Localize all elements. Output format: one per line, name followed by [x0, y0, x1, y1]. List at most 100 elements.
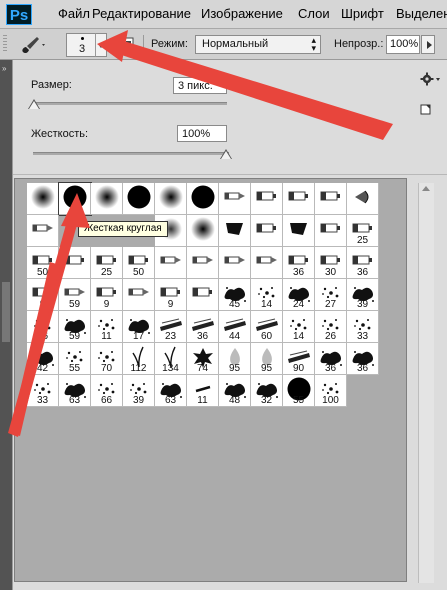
brush-preset-cell[interactable] — [91, 183, 123, 215]
collapse-icon[interactable]: » — [2, 64, 6, 73]
brush-preset-cell[interactable]: 23 — [155, 311, 187, 343]
brush-preset-cell[interactable]: 74 — [187, 343, 219, 375]
brush-tool-icon[interactable] — [17, 35, 47, 55]
menu-item-2[interactable]: Изображение — [201, 6, 283, 21]
brush-preset-cell[interactable]: 39 — [347, 279, 379, 311]
brush-preset-cell[interactable]: 112 — [123, 343, 155, 375]
brush-preset-cell[interactable]: 44 — [219, 311, 251, 343]
brush-preset-cell[interactable]: 33 — [27, 375, 59, 407]
brush-preset-cell[interactable]: 50 — [123, 247, 155, 279]
brush-preset-cell[interactable]: 63 — [155, 375, 187, 407]
preset-scrollbar[interactable] — [418, 183, 434, 583]
brush-preset-cell[interactable]: 9 — [27, 279, 59, 311]
hardness-slider-handle[interactable] — [221, 151, 231, 159]
brush-preset-cell[interactable] — [187, 183, 219, 215]
brush-preset-cell[interactable]: 55 — [283, 375, 315, 407]
brush-preset-cell[interactable]: 60 — [251, 311, 283, 343]
brush-preset-cell[interactable]: 63 — [59, 375, 91, 407]
brush-preset-cell[interactable]: 27 — [315, 279, 347, 311]
brush-preset-cell[interactable]: 45 — [219, 279, 251, 311]
brush-preset-cell[interactable]: 66 — [91, 375, 123, 407]
brush-preset-cell[interactable] — [283, 183, 315, 215]
brush-preset-cell[interactable]: 17 — [123, 311, 155, 343]
brush-preset-cell[interactable]: 26 — [315, 311, 347, 343]
brush-preset-cell[interactable]: 33 — [347, 311, 379, 343]
brush-preset-cell[interactable]: 95 — [219, 343, 251, 375]
brush-preset-cell[interactable] — [187, 215, 219, 247]
brush-preset-cell[interactable]: 70 — [91, 343, 123, 375]
brush-preset-cell[interactable]: 42 — [27, 343, 59, 375]
brush-preset-cell[interactable] — [315, 215, 347, 247]
brush-preset-cell[interactable] — [27, 215, 59, 247]
brush-preset-cell[interactable]: 30 — [315, 247, 347, 279]
opacity-field[interactable]: 100% — [386, 35, 420, 54]
brush-preset-cell[interactable]: 100 — [315, 375, 347, 407]
brush-preset-cell[interactable]: 59 — [59, 311, 91, 343]
panel-menu-button[interactable] — [420, 72, 442, 86]
brush-preset-cell[interactable] — [27, 183, 59, 215]
brush-preset-cell[interactable]: 9 — [91, 279, 123, 311]
menu-item-4[interactable]: Шрифт — [341, 6, 384, 21]
brush-preset-cell[interactable] — [187, 247, 219, 279]
options-bar-grip[interactable] — [3, 35, 7, 53]
brush-preset-cell[interactable]: 36 — [347, 247, 379, 279]
brush-preset-cell[interactable] — [283, 215, 315, 247]
brush-preset-size: 45 — [228, 299, 241, 310]
hardness-input[interactable]: 100% — [177, 125, 227, 142]
brush-preset-cell[interactable] — [123, 183, 155, 215]
brush-preset-cell[interactable]: 25 — [347, 215, 379, 247]
brush-preset-cell[interactable] — [219, 183, 251, 215]
brush-preset-cell[interactable]: 11 — [91, 311, 123, 343]
menu-item-1[interactable]: Редактирование — [92, 6, 191, 21]
brush-preset-cell[interactable] — [187, 279, 219, 311]
brush-preset-cell[interactable] — [347, 183, 379, 215]
brush-preset-cell[interactable]: 14 — [283, 311, 315, 343]
brush-preset-cell[interactable] — [219, 215, 251, 247]
brush-preset-cell[interactable]: 46 — [27, 311, 59, 343]
brush-preset-cell[interactable]: 50 — [27, 247, 59, 279]
brush-preset-cell[interactable]: 24 — [283, 279, 315, 311]
brush-preset-cell[interactable]: 134 — [155, 343, 187, 375]
brush-preset-cell[interactable]: 32 — [251, 375, 283, 407]
menu-item-3[interactable]: Слои — [298, 6, 330, 21]
menu-item-5[interactable]: Выделен — [396, 6, 447, 21]
toggle-brush-panel-button[interactable] — [120, 36, 136, 52]
brush-preset-size: 60 — [260, 331, 273, 342]
brush-preset-cell[interactable] — [251, 183, 283, 215]
hardness-slider-track[interactable] — [33, 152, 229, 155]
brush-preset-cell[interactable] — [155, 183, 187, 215]
brush-preset-cell[interactable]: 36 — [315, 343, 347, 375]
brush-preset-cell[interactable]: 9 — [155, 279, 187, 311]
brush-preset-cell[interactable] — [123, 279, 155, 311]
brush-preset-cell[interactable]: 48 — [219, 375, 251, 407]
brush-preset-cell[interactable]: 90 — [283, 343, 315, 375]
brush-preset-cell[interactable] — [219, 247, 251, 279]
brush-preset-cell[interactable]: 36 — [283, 247, 315, 279]
scroll-up-arrow[interactable] — [422, 186, 430, 191]
new-preset-button[interactable] — [420, 104, 432, 116]
brush-preset-cell[interactable]: 36 — [347, 343, 379, 375]
brush-preset-cell[interactable]: 11 — [187, 375, 219, 407]
size-slider-track[interactable] — [33, 102, 227, 105]
menu-item-0[interactable]: Файл — [58, 6, 90, 21]
brush-preset-cell[interactable] — [315, 183, 347, 215]
brush-preset-cell[interactable]: 59 — [59, 279, 91, 311]
brush-preset-cell[interactable]: 25 — [91, 247, 123, 279]
brush-preset-dropdown[interactable] — [95, 33, 107, 57]
brush-preset-size: 33 — [36, 395, 49, 406]
size-slider-handle[interactable] — [29, 101, 39, 109]
brush-preset-cell[interactable] — [59, 247, 91, 279]
brush-preset-cell[interactable]: 39 — [123, 375, 155, 407]
brush-preset-cell[interactable]: 55 — [59, 343, 91, 375]
brush-preset-cell[interactable] — [251, 247, 283, 279]
brush-preset-cell[interactable]: 95 — [251, 343, 283, 375]
opacity-dropdown[interactable] — [421, 35, 435, 54]
brush-preset-cell-selected[interactable] — [58, 182, 92, 216]
brush-preset-cell[interactable] — [251, 215, 283, 247]
brush-preset-cell[interactable]: 14 — [251, 279, 283, 311]
dock-tab[interactable] — [2, 282, 10, 342]
blend-mode-select[interactable]: Нормальный ▴ ▾ — [195, 35, 321, 54]
brush-preset-cell[interactable]: 36 — [187, 311, 219, 343]
brush-preset-cell[interactable] — [155, 247, 187, 279]
size-input[interactable]: 3 пикс. — [173, 77, 227, 94]
